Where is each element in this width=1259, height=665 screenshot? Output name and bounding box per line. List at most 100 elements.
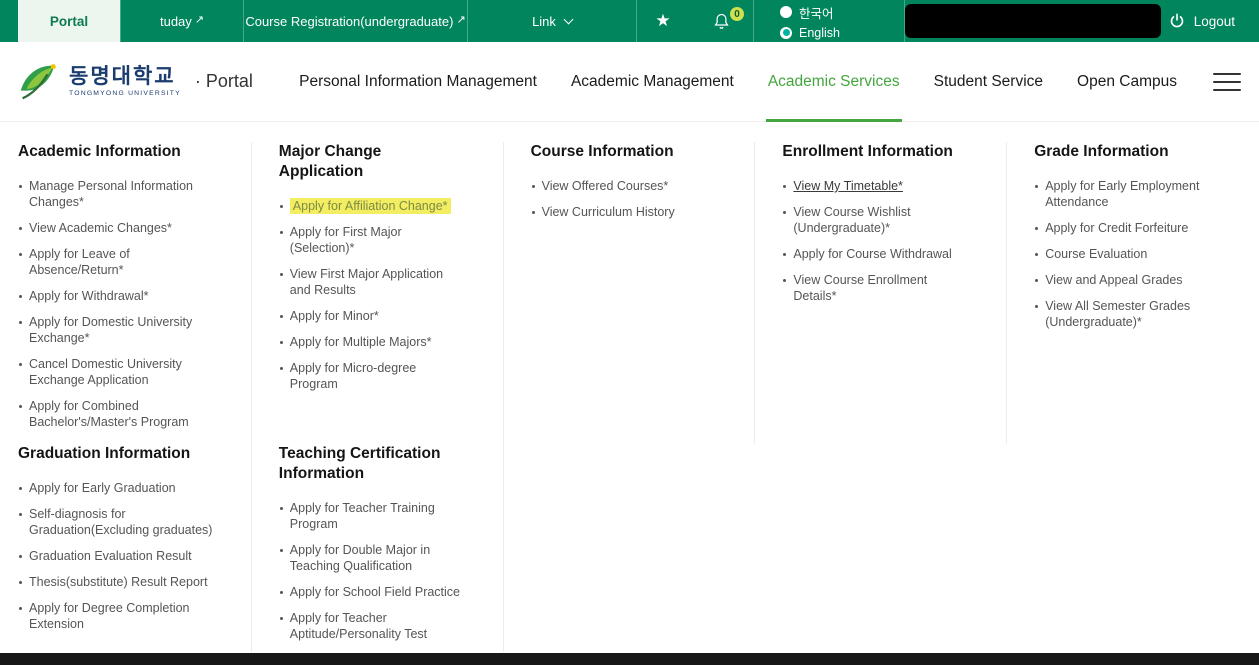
menu-link[interactable]: Apply for Combined Bachelor's/Master's P… <box>29 399 189 429</box>
hamburger-bar <box>1213 81 1241 83</box>
menu-item: Apply for Combined Bachelor's/Master's P… <box>18 398 215 430</box>
menu-section: Graduation InformationApply for Early Gr… <box>0 444 252 652</box>
menu-link[interactable]: View Offered Courses* <box>542 179 669 193</box>
menu-link[interactable]: View All Semester Grades (Undergraduate)… <box>1045 299 1190 329</box>
menu-link[interactable]: Apply for Domestic University Exchange* <box>29 315 192 345</box>
lang-option-korean[interactable]: 한국어 <box>780 3 904 22</box>
lang-english-label: English <box>799 26 840 40</box>
menu-link[interactable]: Apply for Credit Forfeiture <box>1045 221 1188 235</box>
menu-section-title: Grade Information <box>1034 142 1223 162</box>
menu-item: Apply for Credit Forfeiture <box>1034 220 1223 236</box>
menu-item: Manage Personal Information Changes* <box>18 178 215 210</box>
menu-link[interactable]: Apply for Multiple Majors* <box>290 335 432 349</box>
menu-item: View All Semester Grades (Undergraduate)… <box>1034 298 1223 330</box>
menu-list: Apply for Early Graduation Self-diagnosis… <box>18 480 215 632</box>
menu-link[interactable]: Apply for Teacher Aptitude/Personality T… <box>290 611 427 641</box>
course-registration-label: Course Registration(undergraduate) <box>245 14 453 29</box>
menu-link[interactable]: Apply for Teacher Training Program <box>290 501 435 531</box>
logo-korean-name: 동명대학교 <box>69 66 181 87</box>
menu-item: Apply for Micro-degree Program <box>279 360 467 392</box>
link-dropdown[interactable]: Link <box>468 0 636 42</box>
menu-button[interactable] <box>1213 69 1241 95</box>
favorites-star-icon[interactable]: ★ <box>637 0 689 42</box>
menu-section: Enrollment InformationView My Timetable*… <box>755 142 1007 444</box>
menu-section: Teaching Certification InformationApply … <box>252 444 504 652</box>
external-link-icon: ↗ <box>456 13 465 26</box>
menu-link[interactable]: View Course Wishlist (Undergraduate)* <box>793 205 910 235</box>
menu-item: Thesis(substitute) Result Report <box>18 574 215 590</box>
university-logo[interactable]: 동명대학교 TONGMYONG UNIVERSITY <box>14 59 181 105</box>
menu-list: Apply for Early Employment Attendance App… <box>1034 178 1223 330</box>
menu-section: Grade Information Apply for Early Employm… <box>1007 142 1259 444</box>
menu-item: Apply for Double Major in Teaching Quali… <box>279 542 467 574</box>
lang-option-english[interactable]: English <box>780 26 904 40</box>
menu-link[interactable]: Apply for Degree Completion Extension <box>29 601 190 631</box>
menu-list: Apply for Teacher Training Program Apply … <box>279 500 467 642</box>
redacted-user-info <box>905 4 1161 38</box>
menu-item: Apply for Teacher Training Program <box>279 500 467 532</box>
menu-item: Apply for First Major (Selection)* <box>279 224 467 256</box>
menu-section-title: Academic Information <box>18 142 215 162</box>
menu-list: View Offered Courses* View Curriculum His… <box>531 178 719 220</box>
menu-item: Apply for Multiple Majors* <box>279 334 467 350</box>
menu-link[interactable]: Apply for Withdrawal* <box>29 289 149 303</box>
nav-item-academic-services[interactable]: Academic Services <box>768 42 900 122</box>
radio-selected-icon <box>780 27 792 39</box>
hamburger-bar <box>1213 89 1241 91</box>
notification-badge: 0 <box>730 7 744 21</box>
nav-item-open-campus[interactable]: Open Campus <box>1077 42 1177 122</box>
menu-item: View Curriculum History <box>531 204 719 220</box>
menu-item: View Course Enrollment Details* <box>782 272 970 304</box>
menu-link[interactable]: Apply for Early Graduation <box>29 481 176 495</box>
portal-suffix-label: · Portal <box>195 71 253 92</box>
menu-link[interactable]: Apply for Leave of Absence/Return* <box>29 247 130 277</box>
menu-section: Course InformationView Offered Courses*V… <box>504 142 756 444</box>
menu-link[interactable]: Apply for Affiliation Change* <box>290 198 451 214</box>
menu-link[interactable]: View and Appeal Grades <box>1045 273 1182 287</box>
course-registration-link[interactable]: Course Registration(undergraduate) ↗ <box>244 0 467 42</box>
radio-unselected-icon <box>780 6 792 18</box>
logo-english-name: TONGMYONG UNIVERSITY <box>69 91 181 98</box>
logout-button[interactable]: Logout <box>1168 0 1259 42</box>
menu-link[interactable]: Apply for Micro-degree Program <box>290 361 416 391</box>
menu-link[interactable]: View Curriculum History <box>542 205 675 219</box>
menu-link[interactable]: View My Timetable* <box>793 179 903 193</box>
topbar: Portal tuday ↗ Course Registration(under… <box>0 0 1259 42</box>
menu-link[interactable]: Apply for Minor* <box>290 309 379 323</box>
menu-item: Apply for Minor* <box>279 308 467 324</box>
menu-list: Apply for Affiliation Change* Apply for F… <box>279 198 467 392</box>
logo-text: 동명대학교 TONGMYONG UNIVERSITY <box>69 66 181 98</box>
menu-link[interactable]: Apply for First Major (Selection)* <box>290 225 402 255</box>
menu-link[interactable]: Apply for School Field Practice <box>290 585 460 599</box>
logo-tree-icon <box>14 59 60 105</box>
logout-label: Logout <box>1194 14 1235 29</box>
menu-link[interactable]: View Academic Changes* <box>29 221 172 235</box>
chevron-down-icon <box>563 14 573 24</box>
menu-link[interactable]: Cancel Domestic University Exchange Appl… <box>29 357 182 387</box>
menu-link[interactable]: Self-diagnosis for Graduation(Excluding … <box>29 507 212 537</box>
menu-link[interactable]: View Course Enrollment Details* <box>793 273 927 303</box>
menu-item: Apply for Early Graduation <box>18 480 215 496</box>
menu-item: Apply for Degree Completion Extension <box>18 600 215 632</box>
tuday-link[interactable]: tuday ↗ <box>121 0 243 42</box>
menu-link[interactable]: View First Major Application and Results <box>290 267 443 297</box>
tuday-label: tuday <box>160 14 192 29</box>
portal-tab[interactable]: Portal <box>18 0 120 42</box>
menu-item: View and Appeal Grades <box>1034 272 1223 288</box>
nav-item-student-service[interactable]: Student Service <box>934 42 1043 122</box>
menu-link[interactable]: Apply for Early Employment Attendance <box>1045 179 1199 209</box>
menu-link[interactable]: Apply for Course Withdrawal <box>793 247 951 261</box>
menu-list: Manage Personal Information Changes* View… <box>18 178 215 430</box>
menu-link[interactable]: Manage Personal Information Changes* <box>29 179 193 209</box>
menu-item: Apply for Withdrawal* <box>18 288 215 304</box>
notifications-button[interactable]: 0 <box>689 0 753 42</box>
menu-item: Apply for School Field Practice <box>279 584 467 600</box>
menu-section-title: Course Information <box>531 142 719 162</box>
menu-link[interactable]: Thesis(substitute) Result Report <box>29 575 208 589</box>
menu-link[interactable]: Apply for Double Major in Teaching Quali… <box>290 543 430 573</box>
nav-item-personal-information-management[interactable]: Personal Information Management <box>299 42 537 122</box>
menu-link[interactable]: Course Evaluation <box>1045 247 1147 261</box>
menu-link[interactable]: Graduation Evaluation Result <box>29 549 192 563</box>
redacted-user-info-wrap <box>905 0 1167 42</box>
nav-item-academic-management[interactable]: Academic Management <box>571 42 734 122</box>
